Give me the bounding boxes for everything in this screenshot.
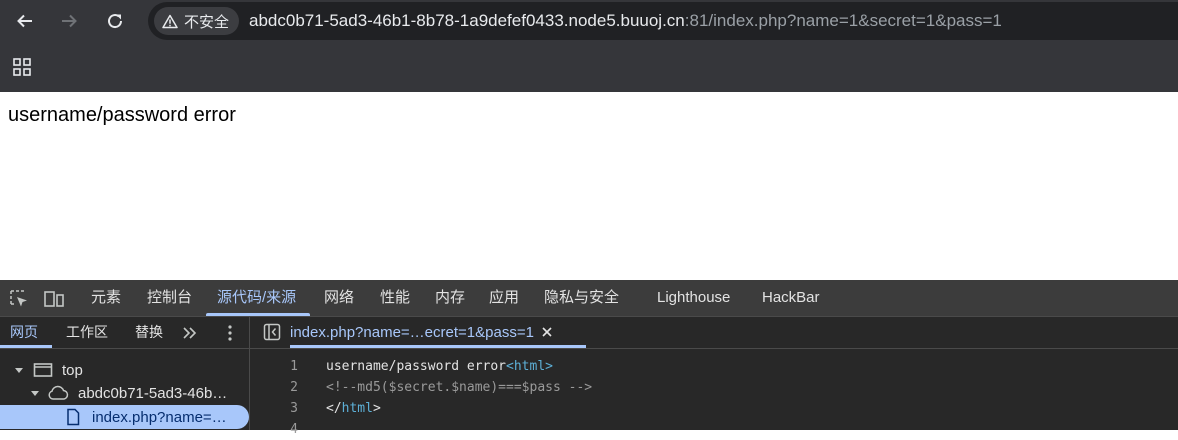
file-icon <box>67 408 80 426</box>
tab-application[interactable]: 应用 <box>489 280 519 316</box>
line-number: 3 <box>290 401 298 416</box>
security-chip[interactable]: 不安全 <box>154 7 240 35</box>
tab-privacy-security[interactable]: 隐私与安全 <box>544 280 619 316</box>
reload-icon <box>108 14 123 29</box>
expand-arrow-icon <box>31 391 39 396</box>
expand-arrow-icon <box>15 368 23 373</box>
code-editor: index.php?name=…ecret=1&pass=1 1 usernam… <box>250 317 1178 437</box>
code-bracket: </ <box>326 401 342 416</box>
code-tag: <html> <box>506 359 553 374</box>
code-comment: <!--md5($secret.$name)===$pass --> <box>326 380 593 395</box>
sources-navigator: 网页 工作区 替换 top abdc0b71-5ad3-46b… index.p… <box>0 317 250 430</box>
tab-elements[interactable]: 元素 <box>91 280 121 316</box>
warning-icon <box>162 14 178 28</box>
url-host: abdc0b71-5ad3-46b1-8b78-1a9defef0433.nod… <box>249 11 685 30</box>
active-tab-indicator <box>206 313 310 316</box>
tab-memory[interactable]: 内存 <box>435 280 465 316</box>
code-line[interactable]: 1 username/password error<html> <box>250 356 1178 377</box>
close-icon[interactable] <box>541 326 553 338</box>
apps-button[interactable] <box>12 57 32 82</box>
open-file-tab[interactable]: index.php?name=…ecret=1&pass=1 <box>290 317 553 348</box>
error-message: username/password error <box>8 104 236 126</box>
code-tag-name: html <box>341 401 373 416</box>
open-file-tab-label: index.php?name=…ecret=1&pass=1 <box>290 324 534 341</box>
forward-button[interactable] <box>52 4 86 38</box>
device-toolbar-icon[interactable] <box>43 289 65 309</box>
code-text: </html> <box>326 398 381 419</box>
devtools-tabbar: 元素 控制台 源代码/来源 网络 性能 内存 应用 隐私与安全 Lighthou… <box>0 280 1178 317</box>
tab-overrides[interactable]: 替换 <box>135 317 163 348</box>
tab-performance[interactable]: 性能 <box>380 280 410 316</box>
tab-console[interactable]: 控制台 <box>147 280 192 316</box>
navigator-tabbar: 网页 工作区 替换 <box>0 317 249 349</box>
line-number: 1 <box>290 359 298 374</box>
tree-label-origin: abdc0b71-5ad3-46b… <box>78 384 228 402</box>
code-text: username/password error<html> <box>326 356 553 377</box>
page-viewport: username/password error <box>0 92 1178 280</box>
tab-page[interactable]: 网页 <box>10 317 38 348</box>
url-text[interactable]: abdc0b71-5ad3-46b1-8b78-1a9defef0433.nod… <box>249 11 1002 31</box>
back-button[interactable] <box>8 4 42 38</box>
line-number: 2 <box>290 380 298 395</box>
tab-hackbar[interactable]: HackBar <box>762 280 820 316</box>
security-chip-label: 不安全 <box>184 13 230 31</box>
tree-item-origin[interactable]: abdc0b71-5ad3-46b… <box>0 381 249 405</box>
code-line[interactable]: 3 </html> <box>250 398 1178 419</box>
tab-lighthouse[interactable]: Lighthouse <box>657 280 730 316</box>
file-tab-indicator <box>290 345 586 348</box>
tree-label-file: index.php?name=… <box>92 408 227 426</box>
tree-item-top[interactable]: top <box>0 358 249 382</box>
code-bracket: > <box>372 401 381 416</box>
navigator-active-indicator <box>0 345 52 348</box>
frame-icon <box>33 363 53 377</box>
tree-item-file[interactable]: index.php?name=… <box>0 405 249 429</box>
address-bar[interactable]: 不安全 abdc0b71-5ad3-46b1-8b78-1a9defef0433… <box>148 2 1178 40</box>
browser-toolbar: 不安全 abdc0b71-5ad3-46b1-8b78-1a9defef0433… <box>0 0 1178 42</box>
tree-label-top: top <box>62 361 83 379</box>
tab-workspace[interactable]: 工作区 <box>66 317 108 348</box>
code-plain: username/password error <box>326 359 507 374</box>
cloud-icon <box>48 385 69 400</box>
url-path: :81/index.php?name=1&secret=1&pass=1 <box>684 11 1002 30</box>
code-line[interactable]: 2 <!--md5($secret.$name)===$pass --> <box>250 377 1178 398</box>
apps-icon <box>13 58 31 76</box>
forward-icon <box>62 14 77 28</box>
tab-sources[interactable]: 源代码/来源 <box>217 280 296 316</box>
more-options-icon[interactable] <box>226 324 234 342</box>
back-icon <box>17 14 32 28</box>
toggle-navigator-icon[interactable] <box>263 323 281 341</box>
reload-button[interactable] <box>98 4 132 38</box>
bookmarks-bar <box>0 42 1178 92</box>
inspect-element-icon[interactable] <box>9 289 29 309</box>
devtools-panel: 元素 控制台 源代码/来源 网络 性能 内存 应用 隐私与安全 Lighthou… <box>0 280 1178 437</box>
editor-tabbar: index.php?name=…ecret=1&pass=1 <box>250 317 1178 349</box>
tab-network[interactable]: 网络 <box>324 280 354 316</box>
more-tabs-chevron-icon[interactable] <box>181 325 199 341</box>
